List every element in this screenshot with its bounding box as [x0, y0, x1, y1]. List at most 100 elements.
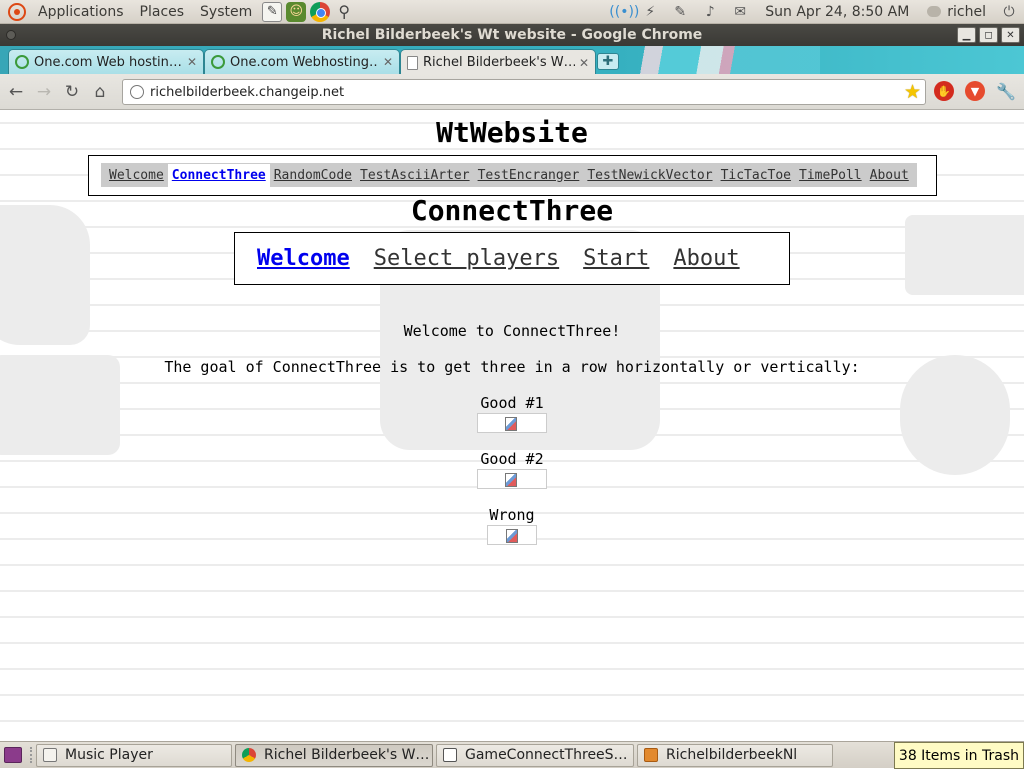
tab-label: Richel Bilderbeek's W… — [423, 55, 575, 70]
site-menu-about[interactable]: About — [866, 168, 913, 183]
example-image — [477, 469, 547, 489]
tab-close-icon[interactable]: ✕ — [579, 56, 589, 70]
menu-applications[interactable]: Applications — [30, 4, 132, 20]
window-titlebar[interactable]: Richel Bilderbeek's Wt website - Google … — [0, 24, 1024, 46]
search-launcher-icon[interactable]: ⚲ — [334, 2, 354, 22]
site-menu-connectthree[interactable]: ConnectThree — [167, 163, 270, 187]
site-menu-testnewickvector[interactable]: TestNewickVector — [583, 168, 716, 183]
top-panel: Applications Places System ✎ ☺ ⚲ ((•)) ⚡… — [0, 0, 1024, 24]
forward-arrow-icon[interactable]: → — [32, 80, 56, 104]
site-menu-testasciiarter[interactable]: TestAsciiArter — [356, 168, 474, 183]
tab-richel-website[interactable]: Richel Bilderbeek's W… ✕ — [400, 49, 596, 74]
adblock-stop-icon[interactable]: ✋ — [934, 81, 954, 101]
example-label: Good #1 — [480, 394, 544, 412]
background-logo — [905, 215, 1024, 295]
broken-image-icon — [505, 417, 517, 431]
task-label: Richel Bilderbeek's W… — [264, 747, 430, 763]
site-menu-bar: Welcome ConnectThree RandomCode TestAsci… — [101, 163, 917, 187]
tab-label: One.com Webhosting… — [230, 54, 379, 70]
task-chrome[interactable]: Richel Bilderbeek's W… — [235, 743, 433, 767]
tab-label: One.com Web hostin… — [34, 54, 182, 70]
app-menu-start[interactable]: Start — [583, 246, 649, 271]
app-menu-about[interactable]: About — [673, 246, 739, 271]
app-menu: Welcome Select players Start About — [234, 232, 790, 285]
bottom-panel: Music Player Richel Bilderbeek's W… Game… — [0, 741, 1024, 769]
address-bar[interactable]: richelbilderbeek.changeip.net ★ — [122, 79, 926, 105]
tab-onecom-2[interactable]: One.com Webhosting… ✕ — [204, 49, 400, 74]
broken-image-icon — [505, 473, 517, 487]
task-text-editor[interactable]: GameConnectThreeS… — [436, 743, 634, 767]
task-folder[interactable]: RichelbilderbeekNl — [637, 743, 833, 767]
theme-artwork — [600, 46, 820, 74]
onecom-favicon-icon — [15, 55, 29, 69]
example-label: Good #2 — [480, 450, 544, 468]
example-image — [487, 525, 537, 545]
clock[interactable]: Sun Apr 24, 8:50 AM — [755, 4, 919, 20]
page-favicon-icon — [407, 55, 418, 70]
window-menu-icon[interactable] — [6, 30, 16, 40]
window-title: Richel Bilderbeek's Wt website - Google … — [321, 27, 703, 43]
site-title: WtWebsite — [436, 116, 588, 149]
power-icon[interactable]: ⏻ — [998, 4, 1020, 20]
back-arrow-icon[interactable]: ← — [4, 80, 28, 104]
maximize-button[interactable]: ◻ — [979, 27, 998, 43]
chrome-icon — [242, 748, 256, 762]
close-window-button[interactable]: ✕ — [1001, 27, 1020, 43]
site-menu-randomcode[interactable]: RandomCode — [270, 168, 356, 183]
folder-icon — [644, 748, 658, 762]
onecom-favicon-icon — [211, 55, 225, 69]
task-label: RichelbilderbeekNl — [666, 747, 798, 763]
bookmark-star-icon[interactable]: ★ — [904, 81, 921, 103]
app-menu-welcome[interactable]: Welcome — [257, 246, 350, 271]
globe-icon — [130, 85, 144, 99]
task-label: GameConnectThreeS… — [465, 747, 628, 763]
site-menu-tictactoe[interactable]: TicTacToe — [717, 168, 795, 183]
site-menu-timepoll[interactable]: TimePoll — [795, 168, 866, 183]
user-name: richel — [947, 3, 986, 20]
tab-onecom-1[interactable]: One.com Web hostin… ✕ — [8, 49, 204, 74]
site-menu-welcome[interactable]: Welcome — [105, 168, 168, 183]
app-menu-select-players[interactable]: Select players — [374, 246, 559, 271]
task-label: Music Player — [65, 747, 153, 763]
tab-close-icon[interactable]: ✕ — [187, 55, 197, 69]
menu-system[interactable]: System — [192, 4, 260, 20]
new-tab-button[interactable]: ✚ — [597, 53, 619, 70]
monkey-launcher-icon[interactable]: ☺ — [286, 1, 307, 22]
wireless-icon[interactable]: ((•)) — [609, 4, 639, 20]
ubuntu-logo-icon[interactable] — [8, 2, 26, 21]
notes-icon[interactable]: ✎ — [669, 4, 691, 20]
chrome-launcher-icon[interactable] — [310, 1, 331, 22]
text-editor-launcher-icon[interactable]: ✎ — [262, 1, 283, 22]
browser-toolbar: ← → ↻ ⌂ richelbilderbeek.changeip.net ★ … — [0, 74, 1024, 110]
broken-image-icon — [506, 529, 518, 543]
show-desktop-icon[interactable] — [4, 747, 22, 763]
music-icon — [43, 748, 57, 762]
site-menu: Welcome ConnectThree RandomCode TestAsci… — [88, 155, 937, 196]
mail-icon[interactable]: ✉ — [729, 4, 751, 20]
example-good-1: Good #1 — [0, 394, 1024, 437]
example-good-2: Good #2 — [0, 450, 1024, 493]
reload-icon[interactable]: ↻ — [60, 80, 84, 104]
web-page: WtWebsite Welcome ConnectThree RandomCod… — [0, 110, 1024, 741]
download-extension-icon[interactable]: ▼ — [965, 81, 985, 101]
minimize-button[interactable]: ▁ — [957, 27, 976, 43]
text-editor-icon — [443, 748, 457, 762]
example-label: Wrong — [489, 506, 535, 524]
tab-close-icon[interactable]: ✕ — [383, 55, 393, 69]
network-plug-icon[interactable]: ⚡ — [639, 4, 661, 20]
url-text[interactable]: richelbilderbeek.changeip.net — [150, 85, 344, 100]
trash-tooltip: 38 Items in Trash — [893, 742, 1024, 769]
home-icon[interactable]: ⌂ — [88, 80, 112, 104]
site-menu-testencranger[interactable]: TestEncranger — [474, 168, 584, 183]
user-menu[interactable]: richel — [919, 4, 994, 20]
menu-places[interactable]: Places — [132, 4, 193, 20]
example-image — [477, 413, 547, 433]
wrench-menu-icon[interactable]: 🔧 — [996, 81, 1016, 101]
example-wrong: Wrong — [0, 506, 1024, 549]
chat-bubble-icon — [927, 6, 942, 17]
welcome-text: Welcome to ConnectThree! — [403, 322, 621, 340]
tab-strip: One.com Web hostin… ✕ One.com Webhosting… — [0, 46, 1024, 74]
volume-icon[interactable]: ♪ — [699, 4, 721, 20]
task-music-player[interactable]: Music Player — [36, 743, 232, 767]
app-title: ConnectThree — [410, 194, 614, 227]
